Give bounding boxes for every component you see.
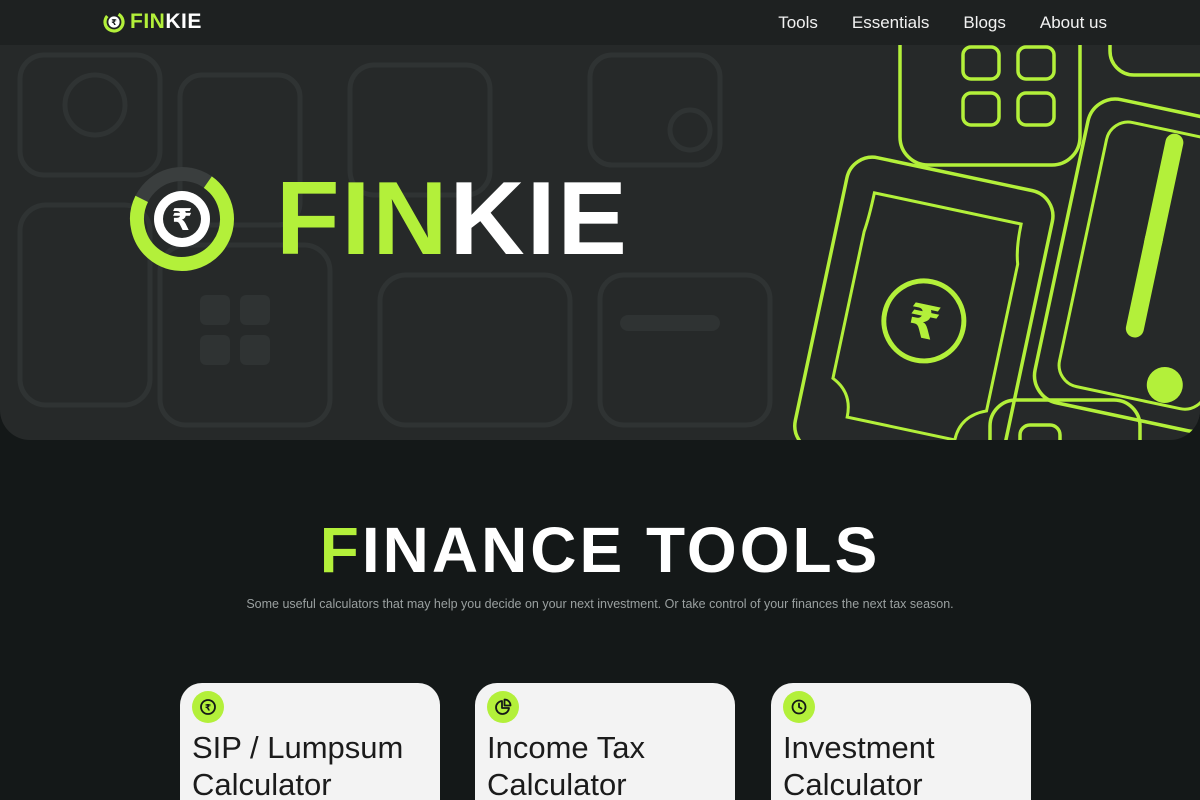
tool-card-title: Income Tax Calculator xyxy=(487,730,645,800)
nav-link-about-us[interactable]: About us xyxy=(1040,13,1107,33)
hero-brand-accent: FIN xyxy=(276,161,450,277)
nav-logo-accent: FIN xyxy=(130,10,166,33)
nav-logo-rest: KIE xyxy=(165,10,202,33)
rupee-icon: ₹ xyxy=(192,691,224,723)
tool-card-title: SIP / Lumpsum Calculator xyxy=(192,730,404,800)
svg-text:₹: ₹ xyxy=(111,18,117,27)
clock-icon xyxy=(783,691,815,723)
hero-brand: ₹ FINKIE xyxy=(126,163,629,275)
tool-card-investment[interactable]: Investment Calculator xyxy=(771,683,1031,800)
tool-card-title: Investment Calculator xyxy=(783,730,935,800)
nav-links: Tools Essentials Blogs About us xyxy=(778,0,1107,45)
tool-card-sip-lumpsum[interactable]: ₹ SIP / Lumpsum Calculator xyxy=(180,683,440,800)
section-title-rest: INANCE TOOLS xyxy=(361,514,881,586)
rupee-ring-icon: ₹ xyxy=(130,167,234,271)
tool-card-income-tax[interactable]: Income Tax Calculator xyxy=(475,683,735,800)
nav-link-tools[interactable]: Tools xyxy=(778,13,818,33)
nav-logo[interactable]: ₹ FINKIE xyxy=(102,9,202,35)
nav-link-essentials[interactable]: Essentials xyxy=(852,13,929,33)
hero-banner: ₹ ₹ FINKIE xyxy=(0,45,1200,440)
pie-chart-icon xyxy=(487,691,519,723)
nav-link-blogs[interactable]: Blogs xyxy=(963,13,1006,33)
rupee-ring-icon: ₹ xyxy=(103,11,125,33)
section-title: FINANCE TOOLS xyxy=(0,518,1200,582)
top-nav: ₹ FINKIE Tools Essentials Blogs About us xyxy=(0,0,1200,45)
hero-brand-rest: KIE xyxy=(449,161,629,277)
svg-text:₹: ₹ xyxy=(205,704,211,714)
section-title-accent: F xyxy=(319,514,362,586)
svg-text:₹: ₹ xyxy=(172,203,193,238)
section-subtitle: Some useful calculators that may help yo… xyxy=(246,597,954,611)
